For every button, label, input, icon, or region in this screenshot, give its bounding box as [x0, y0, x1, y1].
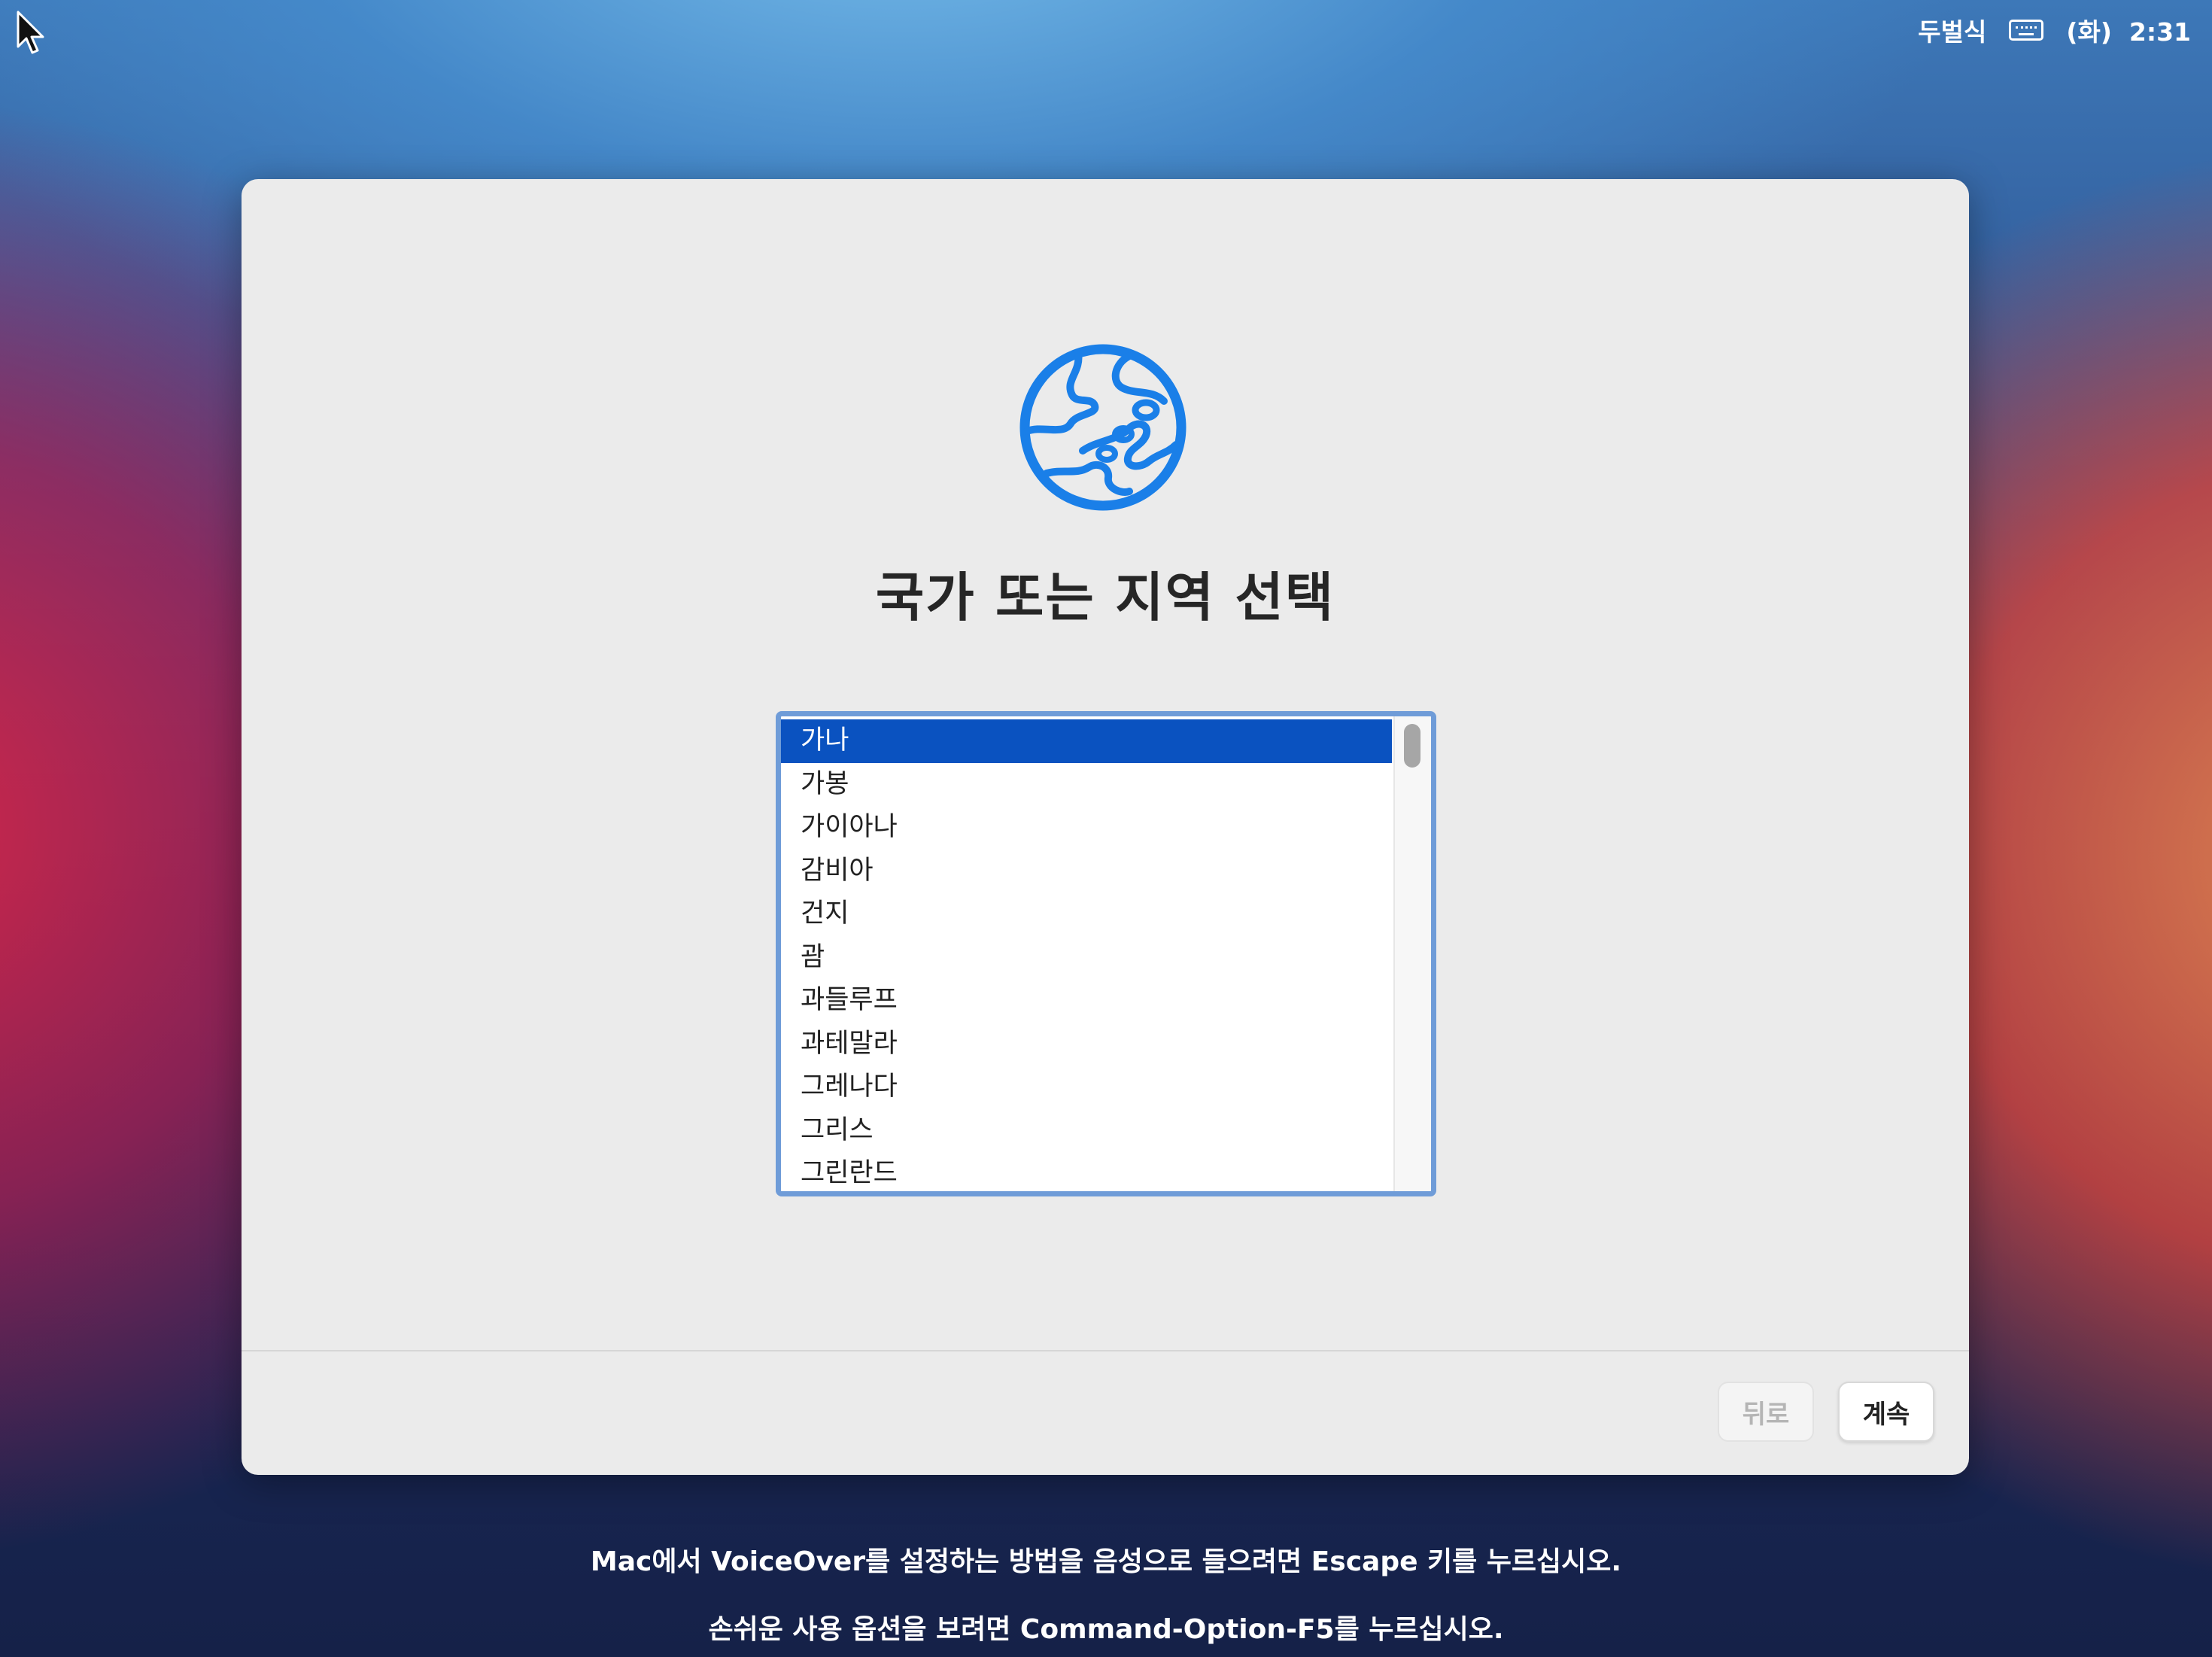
country-list-item[interactable]: 괌: [781, 936, 1392, 980]
keyboard-icon[interactable]: [2009, 20, 2044, 41]
page-title: 국가 또는 지역 선택: [875, 567, 1335, 628]
mouse-pointer-icon: [17, 11, 44, 54]
footer-divider: [242, 1350, 1969, 1351]
country-list-item[interactable]: 과테말라: [781, 1023, 1392, 1066]
country-list[interactable]: 가나 가봉 가이아나 감비아 건지 괌 과들루프 과테말라 그레나다 그리스 그린란드: [776, 711, 1436, 1196]
country-list-items: 가나 가봉 가이아나 감비아 건지 괌 과들루프 과테말라 그레나다 그리스 그린란드: [781, 719, 1392, 1191]
clock-day: (화): [2066, 17, 2112, 47]
country-list-item[interactable]: 그린란드: [781, 1152, 1392, 1191]
voiceover-hint: Mac에서 VoiceOver를 설정하는 방법을 음성으로 들으려면 Esca…: [590, 1546, 1622, 1577]
clock-time: 2:31: [2128, 17, 2191, 47]
country-list-item[interactable]: 가이아나: [781, 806, 1392, 850]
country-list-item[interactable]: 건지: [781, 892, 1392, 936]
list-scrollbar[interactable]: [1393, 716, 1431, 1191]
clock[interactable]: (화) 2:31: [2066, 12, 2191, 48]
setup-assistant-dialog: 국가 또는 지역 선택 가나 가봉 가이아나 감비아 건지 괌 과들루프 과테말라 그레나다 그리…: [242, 179, 1969, 1475]
continue-button[interactable]: 계속: [1838, 1382, 1934, 1442]
country-list-item[interactable]: 과들루프: [781, 979, 1392, 1023]
scrollbar-thumb[interactable]: [1404, 724, 1420, 768]
country-list-item[interactable]: 그레나다: [781, 1066, 1392, 1109]
country-list-item[interactable]: 감비아: [781, 850, 1392, 893]
country-list-item[interactable]: 그리스: [781, 1109, 1392, 1153]
accessibility-hint: 손쉬운 사용 옵션을 보려면 Command-Option-F5를 누르십시오.: [708, 1614, 1504, 1645]
input-source-label[interactable]: 두벌식: [1918, 12, 1986, 48]
globe-icon: [1019, 344, 1187, 511]
country-list-item[interactable]: 가봉: [781, 763, 1392, 807]
menu-bar: 두벌식 (화) 2:31: [0, 0, 2212, 60]
country-list-item[interactable]: 가나: [781, 719, 1392, 763]
menu-bar-status: 두벌식 (화) 2:31: [1918, 11, 2191, 50]
back-button[interactable]: 뒤로: [1718, 1382, 1814, 1442]
